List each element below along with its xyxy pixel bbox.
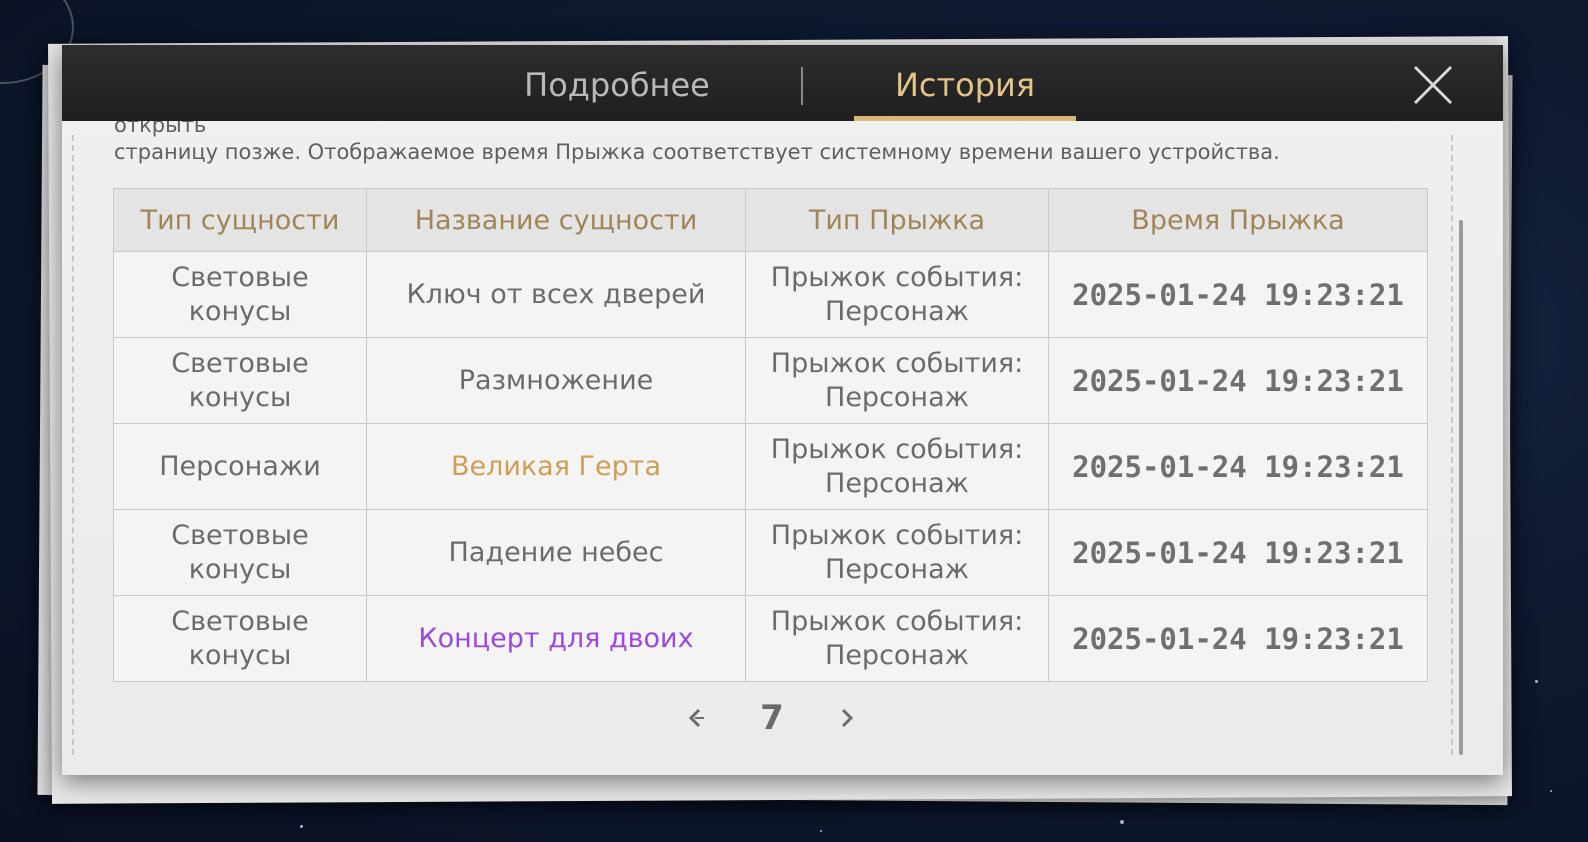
item-type-cell: Персонажи [113,423,367,510]
warp-time-cell: 2025-01-24 19:23:21 [1048,337,1428,424]
warp-time-cell: 2025-01-24 19:23:21 [1048,251,1428,338]
warp-time-cell: 2025-01-24 19:23:21 [1048,423,1428,510]
tab-history-label: История [894,66,1036,104]
item-name-cell: Ключ от всех дверей [366,251,746,338]
column-header-item-name: Название сущности [366,188,746,252]
table-row: Световые конусы Размножение Прыжок событ… [113,337,1428,424]
table-header-row: Тип сущности Название сущности Тип Прыжк… [113,188,1428,252]
chevron-left-icon [688,708,704,728]
column-header-warp-time: Время Прыжка [1048,188,1428,252]
warp-time-cell: 2025-01-24 19:23:21 [1048,509,1428,596]
star [820,830,822,832]
item-name-cell: Падение небес [366,509,746,596]
previous-page-button[interactable] [682,703,712,733]
scrollbar[interactable] [1459,220,1463,755]
star [1535,680,1538,683]
warp-type-cell: Прыжок события: Персонаж [745,251,1049,338]
pagination: 7 [682,695,862,745]
warp-type-cell: Прыжок события: Персонаж [745,509,1049,596]
item-type-cell: Световые конусы [113,595,367,682]
active-tab-indicator [854,116,1076,121]
tab-details-label: Подробнее [524,66,710,104]
warp-type-cell: Прыжок события: Персонаж [745,337,1049,424]
table-row: Световые конусы Падение небес Прыжок соб… [113,509,1428,596]
warp-history-table: Тип сущности Название сущности Тип Прыжк… [113,188,1428,682]
close-icon [1413,65,1453,105]
tab-history[interactable]: История [854,45,1076,121]
warp-type-cell: Прыжок события: Персонаж [745,423,1049,510]
table-row: Световые конусы Ключ от всех дверей Прыж… [113,251,1428,338]
item-name-cell: Концерт для двоих [366,595,746,682]
star [300,825,303,828]
panel-dashed-border [72,135,74,755]
column-header-warp-type: Тип Прыжка [745,188,1049,252]
panel-dashed-border [1451,135,1453,755]
table-row: Персонажи Великая Герта Прыжок события: … [113,423,1428,510]
notice-line-2: страницу позже. Отображаемое время Прыжк… [114,140,1280,164]
column-header-item-type: Тип сущности [113,188,367,252]
item-name-cell: Размножение [366,337,746,424]
chevron-right-icon [841,708,854,728]
next-page-button[interactable] [830,703,860,733]
close-button[interactable] [1411,63,1455,107]
star [1120,820,1124,824]
item-type-cell: Световые конусы [113,509,367,596]
panel-header: Подробнее История [62,45,1503,121]
star [1550,790,1552,792]
page-number: 7 [760,698,784,738]
table-row: Световые конусы Концерт для двоих Прыжок… [113,595,1428,682]
tab-separator [801,67,803,105]
warp-history-panel: Подробнее История с задержкой до одного … [62,45,1503,775]
item-type-cell: Световые конусы [113,337,367,424]
item-type-cell: Световые конусы [113,251,367,338]
item-name-cell: Великая Герта [366,423,746,510]
warp-type-cell: Прыжок события: Персонаж [745,595,1049,682]
warp-time-cell: 2025-01-24 19:23:21 [1048,595,1428,682]
warp-notice-text: с задержкой до одного часа. Если в систе… [114,117,1414,166]
tab-details[interactable]: Подробнее [492,45,742,121]
